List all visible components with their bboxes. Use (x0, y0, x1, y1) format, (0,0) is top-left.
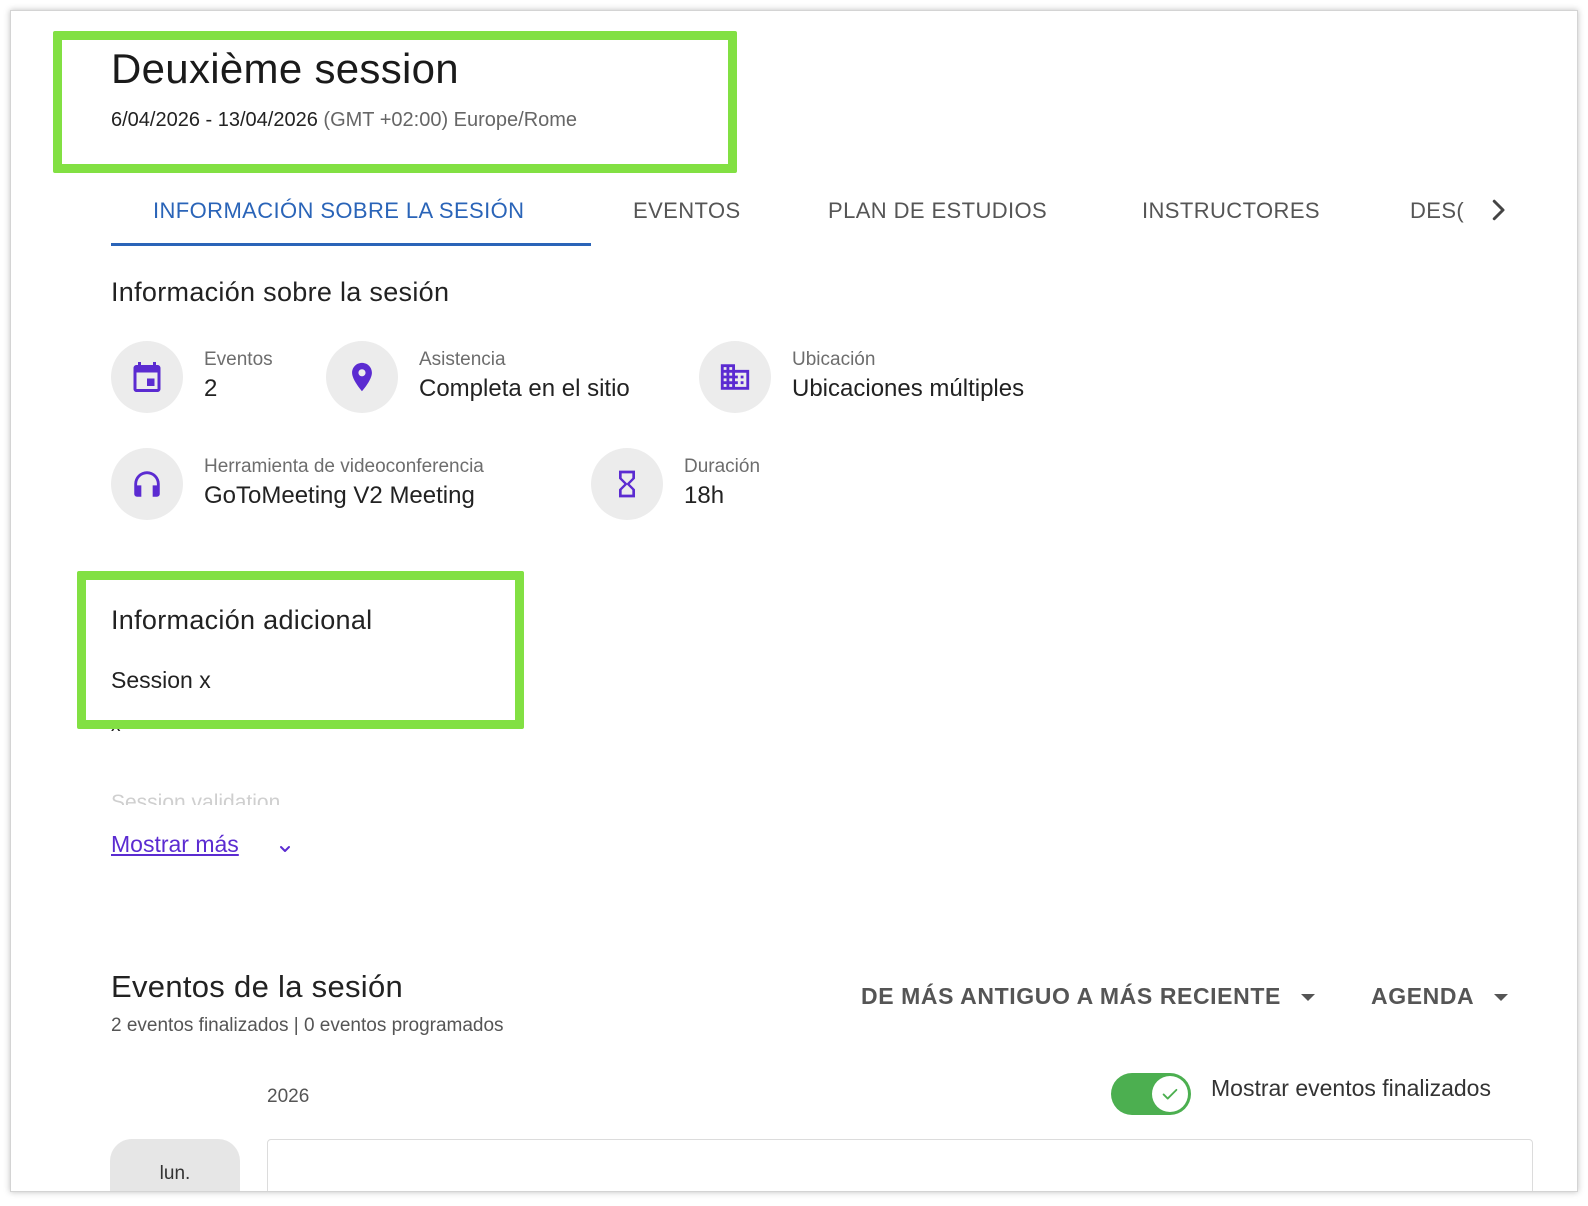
info-value: 18h (684, 482, 725, 509)
info-label: Ubicación (792, 349, 876, 370)
info-item-video-tool: Herramienta de videoconferencia GoToMeet… (111, 448, 571, 520)
highlight-box-additional-info (77, 571, 524, 729)
event-card[interactable] (267, 1139, 1533, 1191)
building-icon (699, 341, 771, 413)
year-label: 2026 (267, 1086, 310, 1107)
hourglass-icon (591, 448, 663, 520)
info-item-events: Eventos 2 (111, 341, 311, 413)
tab-session-info[interactable]: INFORMACIÓN SOBRE LA SESIÓN (153, 187, 524, 245)
view-mode-dropdown[interactable]: AGENDA (1371, 983, 1509, 1010)
caret-down-icon (1300, 994, 1315, 1002)
day-chip: lun. (110, 1139, 240, 1191)
info-value: Ubicaciones múltiples (792, 375, 1025, 402)
info-label: Herramienta de videoconferencia (204, 456, 484, 477)
info-value: 2 (204, 375, 218, 402)
session-info-heading: Información sobre la sesión (111, 277, 450, 307)
highlight-box-header (53, 31, 737, 173)
additional-info-faded-line: Session validation (111, 791, 281, 805)
info-item-location: Ubicación Ubicaciones múltiples (699, 341, 1079, 413)
info-value: GoToMeeting V2 Meeting (204, 482, 475, 509)
tab-events[interactable]: EVENTOS (633, 187, 741, 245)
check-icon (1152, 1076, 1188, 1112)
location-pin-icon (326, 341, 398, 413)
info-item-duration: Duración 18h (591, 448, 811, 520)
headphones-icon (111, 448, 183, 520)
view-mode-label: AGENDA (1371, 983, 1475, 1009)
events-summary: 2 eventos finalizados | 0 eventos progra… (111, 1015, 504, 1036)
caret-down-icon (1494, 994, 1509, 1002)
show-more-link[interactable]: Mostrar más (111, 831, 239, 858)
sort-order-label: DE MÁS ANTIGUO A MÁS RECIENTE (861, 983, 1281, 1009)
tab-truncated[interactable]: DES( (1410, 187, 1468, 245)
active-tab-indicator (111, 243, 591, 246)
info-item-attendance: Asistencia Completa en el sitio (326, 341, 676, 413)
sort-order-dropdown[interactable]: DE MÁS ANTIGUO A MÁS RECIENTE (861, 983, 1315, 1010)
tab-curriculum[interactable]: PLAN DE ESTUDIOS (828, 187, 1047, 245)
show-finished-events-toggle[interactable] (1111, 1073, 1191, 1115)
show-finished-events-label: Mostrar eventos finalizados (1211, 1075, 1491, 1101)
info-value: Completa en el sitio (419, 375, 630, 402)
info-label: Asistencia (419, 349, 506, 370)
info-label: Duración (684, 456, 761, 477)
page-frame: Deuxième session 6/04/2026 - 13/04/2026 … (10, 10, 1578, 1192)
tab-instructors[interactable]: INSTRUCTORES (1142, 187, 1320, 245)
info-label: Eventos (204, 349, 273, 370)
chevron-down-icon[interactable] (277, 841, 293, 862)
chevron-right-icon[interactable] (1483, 195, 1513, 225)
day-label: lun. (159, 1163, 191, 1184)
calendar-icon (111, 341, 183, 413)
tab-bar: INFORMACIÓN SOBRE LA SESIÓN EVENTOS PLAN… (111, 187, 1531, 249)
session-events-heading: Eventos de la sesión (111, 969, 404, 1004)
